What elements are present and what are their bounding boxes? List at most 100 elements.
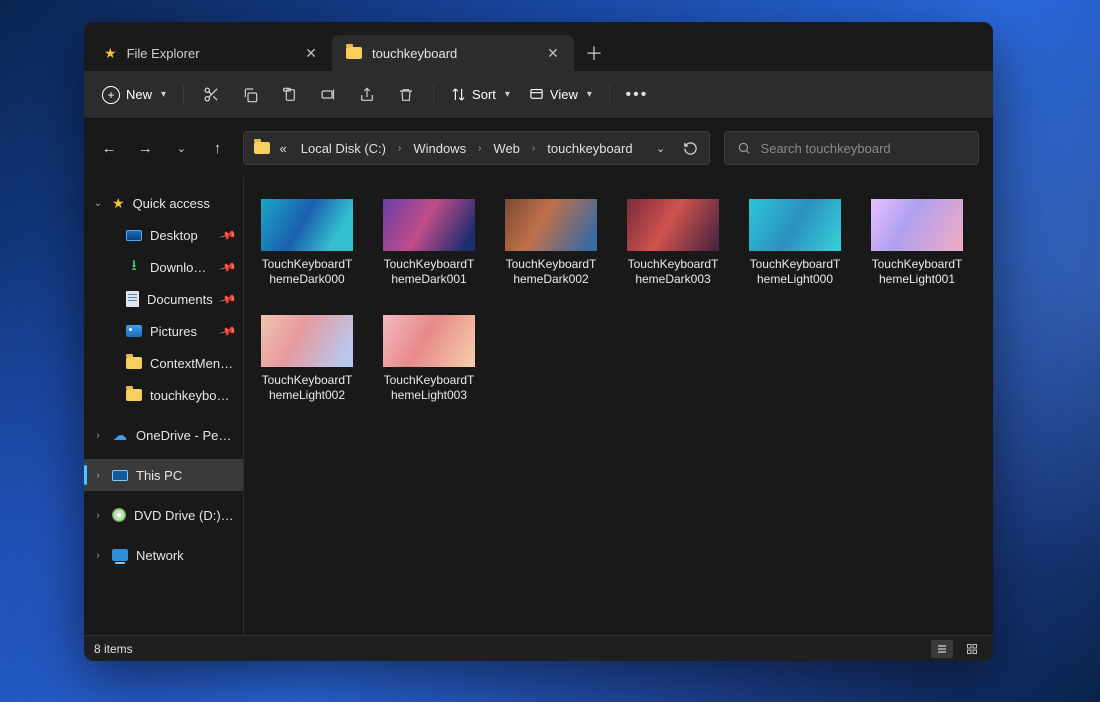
share-button[interactable] <box>349 78 385 112</box>
forward-button[interactable]: → <box>134 136 156 160</box>
pin-icon: 📌 <box>219 322 238 340</box>
search-input[interactable] <box>761 141 966 156</box>
paste-icon <box>281 87 297 103</box>
address-bar[interactable]: « Local Disk (C:) › Windows › Web › touc… <box>243 131 710 165</box>
sidebar-item-desktop[interactable]: Desktop 📌 <box>84 219 243 251</box>
file-item[interactable]: TouchKeyboardThemeDark002 <box>504 199 598 287</box>
list-icon <box>935 643 949 655</box>
sidebar-item-documents[interactable]: Documents 📌 <box>84 283 243 315</box>
new-button[interactable]: + New ▾ <box>94 82 174 108</box>
breadcrumb-overflow[interactable]: « <box>276 132 291 164</box>
file-thumbnail <box>505 199 597 251</box>
item-count: 8 items <box>94 642 133 656</box>
file-name: TouchKeyboardThemeLight000 <box>748 257 842 287</box>
tab-bar: ★ File Explorer ✕ touchkeyboard ✕ ＋ <box>84 22 993 71</box>
recent-locations-button[interactable]: ⌄ <box>170 136 192 160</box>
breadcrumb-seg-touchkeyboard[interactable]: touchkeyboard <box>543 132 636 164</box>
plus-circle-icon: + <box>102 86 120 104</box>
view-button[interactable]: View ▾ <box>521 83 600 106</box>
sidebar-label: Network <box>136 548 235 563</box>
file-thumbnail <box>383 315 475 367</box>
sidebar-item-quick-access[interactable]: ⌄ ★ Quick access <box>84 187 243 219</box>
sidebar-item-network[interactable]: › Network <box>84 539 243 571</box>
sort-button[interactable]: Sort ▾ <box>443 83 518 106</box>
file-thumbnail <box>383 199 475 251</box>
chevron-down-icon[interactable]: ⌄ <box>92 198 104 209</box>
refresh-button[interactable] <box>679 136 703 160</box>
file-explorer-window: ★ File Explorer ✕ touchkeyboard ✕ ＋ + Ne… <box>84 22 993 661</box>
delete-button[interactable] <box>388 78 424 112</box>
sidebar-label: Pictures <box>150 324 213 339</box>
breadcrumb-seg-windows[interactable]: Windows <box>409 132 470 164</box>
breadcrumb-seg-web[interactable]: Web <box>489 132 524 164</box>
sidebar-label: OneDrive - Personal <box>136 428 235 443</box>
history-dropdown-button[interactable]: ⌄ <box>649 136 673 160</box>
content-body: ⌄ ★ Quick access Desktop 📌 ⭳ Downloads 📌… <box>84 177 993 635</box>
up-button[interactable]: ↑ <box>206 136 228 160</box>
paste-button[interactable] <box>271 78 307 112</box>
file-thumbnail <box>749 199 841 251</box>
new-tab-button[interactable]: ＋ <box>574 35 614 71</box>
chevron-right-icon[interactable]: › <box>476 143 483 154</box>
tab-touchkeyboard[interactable]: touchkeyboard ✕ <box>332 35 574 71</box>
disc-icon <box>112 508 126 522</box>
file-name: TouchKeyboardThemeDark000 <box>260 257 354 287</box>
copy-button[interactable] <box>232 78 268 112</box>
file-item[interactable]: TouchKeyboardThemeLight001 <box>870 199 964 287</box>
file-item[interactable]: TouchKeyboardThemeDark000 <box>260 199 354 287</box>
chevron-right-icon[interactable]: › <box>92 550 104 561</box>
sidebar-label: Desktop <box>150 228 213 243</box>
sidebar-item-onedrive[interactable]: › ☁ OneDrive - Personal <box>84 419 243 451</box>
sort-icon <box>451 87 466 102</box>
close-tab-button[interactable]: ✕ <box>300 46 322 60</box>
more-button[interactable]: ••• <box>619 78 655 112</box>
file-grid[interactable]: TouchKeyboardThemeDark000 TouchKeyboardTh… <box>244 177 993 635</box>
file-item[interactable]: TouchKeyboardThemeDark001 <box>382 199 476 287</box>
tab-file-explorer[interactable]: ★ File Explorer ✕ <box>90 35 332 71</box>
grid-icon <box>965 643 979 655</box>
file-item[interactable]: TouchKeyboardThemeLight002 <box>260 315 354 403</box>
pin-icon: 📌 <box>219 226 238 244</box>
sort-label: Sort <box>472 87 496 102</box>
cut-button[interactable] <box>193 78 229 112</box>
tab-title: touchkeyboard <box>372 46 532 61</box>
refresh-icon <box>683 141 698 156</box>
sidebar-item-downloads[interactable]: ⭳ Downloads 📌 <box>84 251 243 283</box>
details-view-button[interactable] <box>931 640 953 658</box>
scissors-icon <box>203 86 220 103</box>
desktop-icon <box>126 230 142 241</box>
file-item[interactable]: TouchKeyboardThemeDark003 <box>626 199 720 287</box>
cloud-icon: ☁ <box>112 427 128 443</box>
rename-button[interactable] <box>310 78 346 112</box>
copy-icon <box>242 87 258 103</box>
file-item[interactable]: TouchKeyboardThemeLight003 <box>382 315 476 403</box>
thumbnails-view-button[interactable] <box>961 640 983 658</box>
sidebar-item-this-pc[interactable]: › This PC <box>84 459 243 491</box>
chevron-right-icon[interactable]: › <box>530 143 537 154</box>
view-label: View <box>550 87 578 102</box>
folder-icon <box>126 389 142 401</box>
chevron-right-icon[interactable]: › <box>92 510 104 521</box>
file-item[interactable]: TouchKeyboardThemeLight000 <box>748 199 842 287</box>
file-name: TouchKeyboardThemeLight002 <box>260 373 354 403</box>
chevron-right-icon[interactable]: › <box>92 430 104 441</box>
share-icon <box>359 87 375 103</box>
close-tab-button[interactable]: ✕ <box>542 46 564 60</box>
navigation-pane: ⌄ ★ Quick access Desktop 📌 ⭳ Downloads 📌… <box>84 177 244 635</box>
sidebar-item-pictures[interactable]: Pictures 📌 <box>84 315 243 347</box>
chevron-right-icon[interactable]: › <box>396 143 403 154</box>
sidebar-label: Documents <box>147 292 213 307</box>
folder-icon <box>254 142 270 154</box>
chevron-right-icon[interactable]: › <box>92 470 104 481</box>
sidebar-item-touchkeyboard[interactable]: touchkeyboard <box>84 379 243 411</box>
search-box[interactable] <box>724 131 979 165</box>
sidebar-item-dvd[interactable]: › DVD Drive (D:) CCCOMA_X <box>84 499 243 531</box>
back-button[interactable]: ← <box>98 136 120 160</box>
chevron-down-icon: ▾ <box>587 89 592 100</box>
download-icon: ⭳ <box>126 259 142 275</box>
breadcrumb-seg-localdisk[interactable]: Local Disk (C:) <box>297 132 390 164</box>
sidebar-item-contextmenu[interactable]: ContextMenuCustomizer <box>84 347 243 379</box>
pin-icon: 📌 <box>219 290 238 308</box>
sidebar-label: Quick access <box>133 196 235 211</box>
folder-icon <box>126 357 142 369</box>
